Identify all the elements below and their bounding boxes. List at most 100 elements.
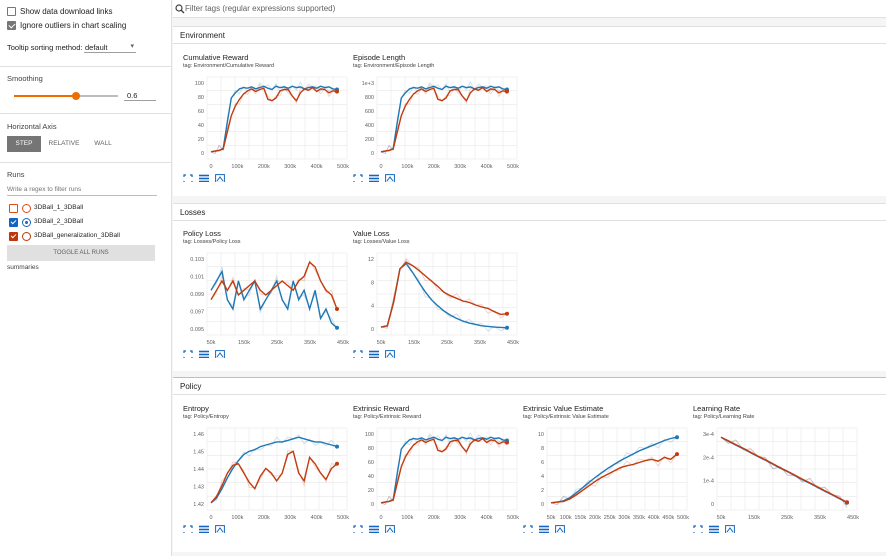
series-end-point <box>335 307 339 312</box>
smoothing-slider-thumb[interactable] <box>72 92 81 100</box>
series-end-point <box>505 89 509 94</box>
chart-plot[interactable]: 1e+3 800 600 400 200 0 0 100k 200k 300k 400k 500k <box>353 73 521 173</box>
smoothing-slider[interactable] <box>14 92 118 100</box>
y-tick-label: 60 <box>368 460 374 466</box>
fullscreen-icon[interactable] <box>523 525 533 533</box>
fit-domain-icon[interactable] <box>385 525 395 533</box>
fit-domain-icon[interactable] <box>215 350 225 358</box>
fullscreen-icon[interactable] <box>353 525 363 533</box>
series-line <box>550 453 678 504</box>
fit-domain-icon[interactable] <box>385 174 395 182</box>
tag-filter-bar[interactable]: Filter tags (regular expressions support… <box>173 0 886 18</box>
run-item[interactable]: 3DBall_generalization_3DBall <box>7 231 167 243</box>
chart-learning-rate: Learning Rate tag: Policy/Learning Rate 3e… <box>693 404 861 534</box>
fullscreen-icon[interactable] <box>183 525 193 533</box>
section-title: Environment <box>180 31 225 40</box>
ignore-outliers-checkbox[interactable] <box>7 21 16 30</box>
data-table-icon[interactable] <box>369 350 379 358</box>
fit-domain-icon[interactable] <box>555 525 565 533</box>
fit-domain-icon[interactable] <box>215 174 225 182</box>
data-table-icon[interactable] <box>539 525 549 533</box>
data-table-icon[interactable] <box>199 350 209 358</box>
chart-plot[interactable]: 100 80 60 40 20 0 0 100k 200k 300k 400k 500k <box>353 424 521 524</box>
run-radio[interactable] <box>22 232 31 241</box>
y-tick-label: 800 <box>365 95 374 101</box>
x-tick-label: 350k <box>633 515 645 521</box>
run-checkbox[interactable] <box>9 204 18 213</box>
chart-plot[interactable]: 100 80 60 40 20 0 0 100k 200k 300k 400k 500k <box>183 73 351 173</box>
section-header[interactable]: Losses <box>173 204 886 221</box>
check-icon <box>10 218 17 225</box>
y-tick-label: 0 <box>371 327 374 333</box>
x-tick-label: 50k <box>377 340 386 346</box>
y-tick-label: 0 <box>371 502 374 508</box>
series-line <box>210 450 338 504</box>
chart-tag: tag: Policy/Entropy <box>183 414 229 420</box>
chart-extrinsic-reward: Extrinsic Reward tag: Policy/Extrinsic Re… <box>353 404 521 534</box>
x-tick-label: 250k <box>441 340 453 346</box>
x-tick-label: 300k <box>618 515 630 521</box>
run-checkbox[interactable] <box>9 232 18 241</box>
series-line <box>720 436 848 503</box>
data-table-icon[interactable] <box>709 525 719 533</box>
x-tick-label: 100k <box>231 164 243 170</box>
data-table-icon[interactable] <box>199 525 209 533</box>
tag-filter-placeholder: Filter tags (regular expressions support… <box>185 4 336 13</box>
fullscreen-icon[interactable] <box>183 350 193 358</box>
show-download-links-checkbox[interactable] <box>7 7 16 16</box>
toggle-all-runs-button[interactable]: TOGGLE ALL RUNS <box>7 245 155 261</box>
series-line <box>210 269 338 329</box>
x-tick-label: 450k <box>507 340 519 346</box>
section-header[interactable]: Environment <box>173 27 886 44</box>
runs-filter-input[interactable]: Write a regex to filter runs <box>7 183 157 196</box>
x-tick-label: 500k <box>337 164 349 170</box>
main-panel: Filter tags (regular expressions support… <box>173 0 886 556</box>
chart-plot[interactable]: 10 8 6 4 2 0 50k 100k 150k 200k 250k 300k 350k 400k 45… <box>523 424 691 524</box>
search-icon <box>175 4 185 14</box>
data-table-icon[interactable] <box>199 174 209 182</box>
series-end-point <box>335 325 339 330</box>
data-table-icon[interactable] <box>369 174 379 182</box>
chart-plot[interactable]: 12 8 4 0 50k 150k 250k 350k 450k <box>353 249 521 349</box>
fit-domain-icon[interactable] <box>725 525 735 533</box>
series-line <box>380 437 508 504</box>
section-header[interactable]: Policy <box>173 378 886 395</box>
y-tick-label: 6 <box>541 460 544 466</box>
y-tick-label: 2e-4 <box>703 455 714 461</box>
tooltip-sorting-select[interactable]: default ▾ <box>84 40 136 53</box>
x-tick-label: 400k <box>311 164 323 170</box>
y-tick-label: 1.45 <box>193 450 204 456</box>
chart-plot[interactable]: 3e-4 2e-4 1e-4 0 50k 150k 250k 350k 450k <box>693 424 861 524</box>
fullscreen-icon[interactable] <box>183 174 193 182</box>
fit-domain-icon[interactable] <box>215 525 225 533</box>
chart-title: Policy Loss <box>183 229 221 238</box>
series-end-point <box>675 435 679 440</box>
fullscreen-icon[interactable] <box>353 350 363 358</box>
run-radio[interactable] <box>22 204 31 213</box>
run-checkbox[interactable] <box>9 218 18 227</box>
x-tick-label: 300k <box>284 515 296 521</box>
y-tick-label: 100 <box>365 432 374 438</box>
run-item[interactable]: 3DBall_1_3DBall <box>7 203 167 215</box>
chart-plot[interactable]: 1.46 1.45 1.44 1.43 1.42 0 100k 200k 300k 400k 500… <box>183 424 351 524</box>
chart-entropy: Entropy tag: Policy/Entropy 1.46 1.45 1.44 1.… <box>183 404 351 534</box>
fullscreen-icon[interactable] <box>693 525 703 533</box>
run-item[interactable]: 3DBall_2_3DBall <box>7 217 167 229</box>
smoothing-input[interactable]: 0.6 <box>124 89 156 101</box>
y-tick-label: 0.097 <box>190 310 204 316</box>
chart-plot[interactable]: 0.103 0.101 0.099 0.097 0.095 50k 150k 250k 350k… <box>183 249 351 349</box>
axis-relative-button[interactable]: RELATIVE <box>45 136 83 152</box>
horizontal-axis-label: Horizontal Axis <box>7 122 57 131</box>
data-table-icon[interactable] <box>369 525 379 533</box>
fullscreen-icon[interactable] <box>353 174 363 182</box>
run-radio[interactable] <box>22 218 31 227</box>
series-end-point <box>505 440 509 445</box>
x-tick-label: 450k <box>337 340 349 346</box>
series-end-point <box>335 461 339 466</box>
y-tick-label: 60 <box>198 109 204 115</box>
axis-wall-button[interactable]: WALL <box>88 136 118 152</box>
y-tick-label: 40 <box>368 474 374 480</box>
fit-domain-icon[interactable] <box>385 350 395 358</box>
axis-step-button[interactable]: STEP <box>7 136 41 152</box>
section-title: Policy <box>180 382 202 391</box>
